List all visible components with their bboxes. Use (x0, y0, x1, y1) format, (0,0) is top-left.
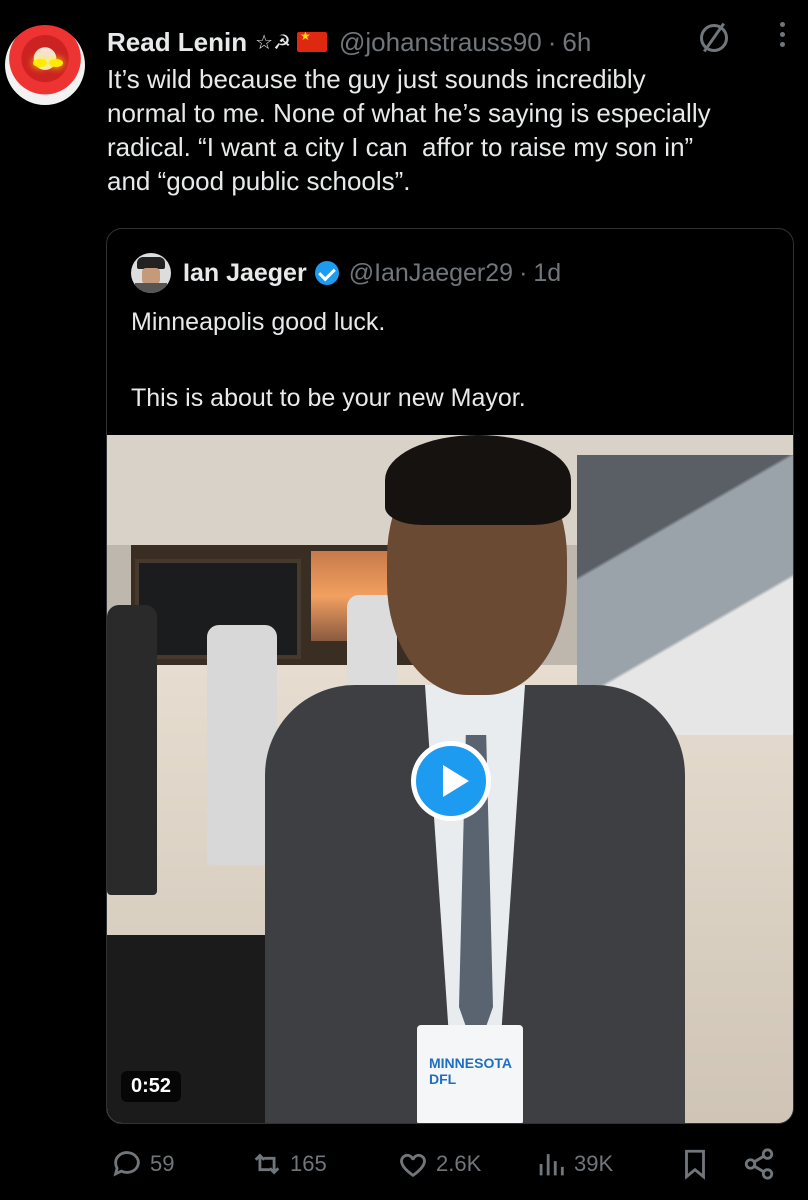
quoted-author-display-name[interactable]: Ian Jaeger (183, 259, 307, 288)
share-icon (744, 1148, 774, 1180)
video-subject-hair (385, 435, 571, 525)
author-name-emoji: ☆☭ (255, 31, 291, 54)
video-player[interactable]: MINNESOTA DFL 0:52 (107, 435, 793, 1123)
separator-dot: · (519, 258, 528, 287)
views-icon (539, 1154, 564, 1176)
more-options-icon[interactable] (778, 22, 786, 47)
reply-icon (113, 1151, 140, 1177)
avatar-eye-right (49, 59, 63, 67)
separator-dot: · (547, 26, 557, 57)
tweet-timestamp[interactable]: 6h (562, 27, 591, 58)
quoted-author-handle[interactable]: @IanJaeger29 (349, 259, 513, 288)
video-badge-text: MINNESOTA DFL (429, 1055, 512, 1087)
quoted-author-avatar[interactable] (131, 253, 171, 293)
bookmark-icon (685, 1149, 705, 1180)
reply-count: 59 (150, 1151, 175, 1176)
tweet-text: It’s wild because the guy just sounds in… (107, 64, 711, 196)
grok-icon[interactable] (700, 24, 728, 52)
play-button[interactable] (411, 741, 491, 821)
tweet-action-bar: 59 165 2.6K 39K (110, 1144, 790, 1184)
quoted-tweet-text: Minneapolis good luck. This is about to … (131, 308, 526, 412)
like-button[interactable]: 2.6K (396, 1144, 481, 1184)
avatar-eye-left (33, 59, 47, 67)
quoted-tweet-timestamp[interactable]: 1d (533, 259, 561, 288)
tweet-header: Read Lenin ☆☭ @johanstrauss90 · 6h (107, 22, 788, 62)
heart-icon (400, 1153, 426, 1178)
author-handle[interactable]: @johanstrauss90 (339, 27, 542, 58)
quoted-tweet-header: Ian Jaeger @IanJaeger29 · 1d (131, 253, 561, 293)
retweet-count: 165 (290, 1151, 327, 1176)
verified-badge-icon (314, 261, 339, 285)
share-button[interactable] (742, 1144, 776, 1184)
retweet-icon (254, 1153, 280, 1175)
like-count: 2.6K (436, 1151, 482, 1176)
bookmark-button[interactable] (678, 1144, 712, 1184)
reply-button[interactable]: 59 (110, 1144, 174, 1184)
views-count: 39K (574, 1151, 614, 1176)
video-name-badge: MINNESOTA DFL (417, 1025, 523, 1123)
author-display-name[interactable]: Read Lenin (107, 27, 247, 58)
china-flag-icon (297, 29, 327, 52)
video-duration: 0:52 (121, 1071, 182, 1102)
video-scene-person (107, 605, 157, 895)
retweet-button[interactable]: 165 (250, 1144, 327, 1184)
quoted-tweet[interactable]: Ian Jaeger @IanJaeger29 · 1d Minneapolis… (106, 228, 794, 1124)
author-avatar[interactable] (5, 25, 85, 105)
views-button[interactable]: 39K (534, 1144, 613, 1184)
